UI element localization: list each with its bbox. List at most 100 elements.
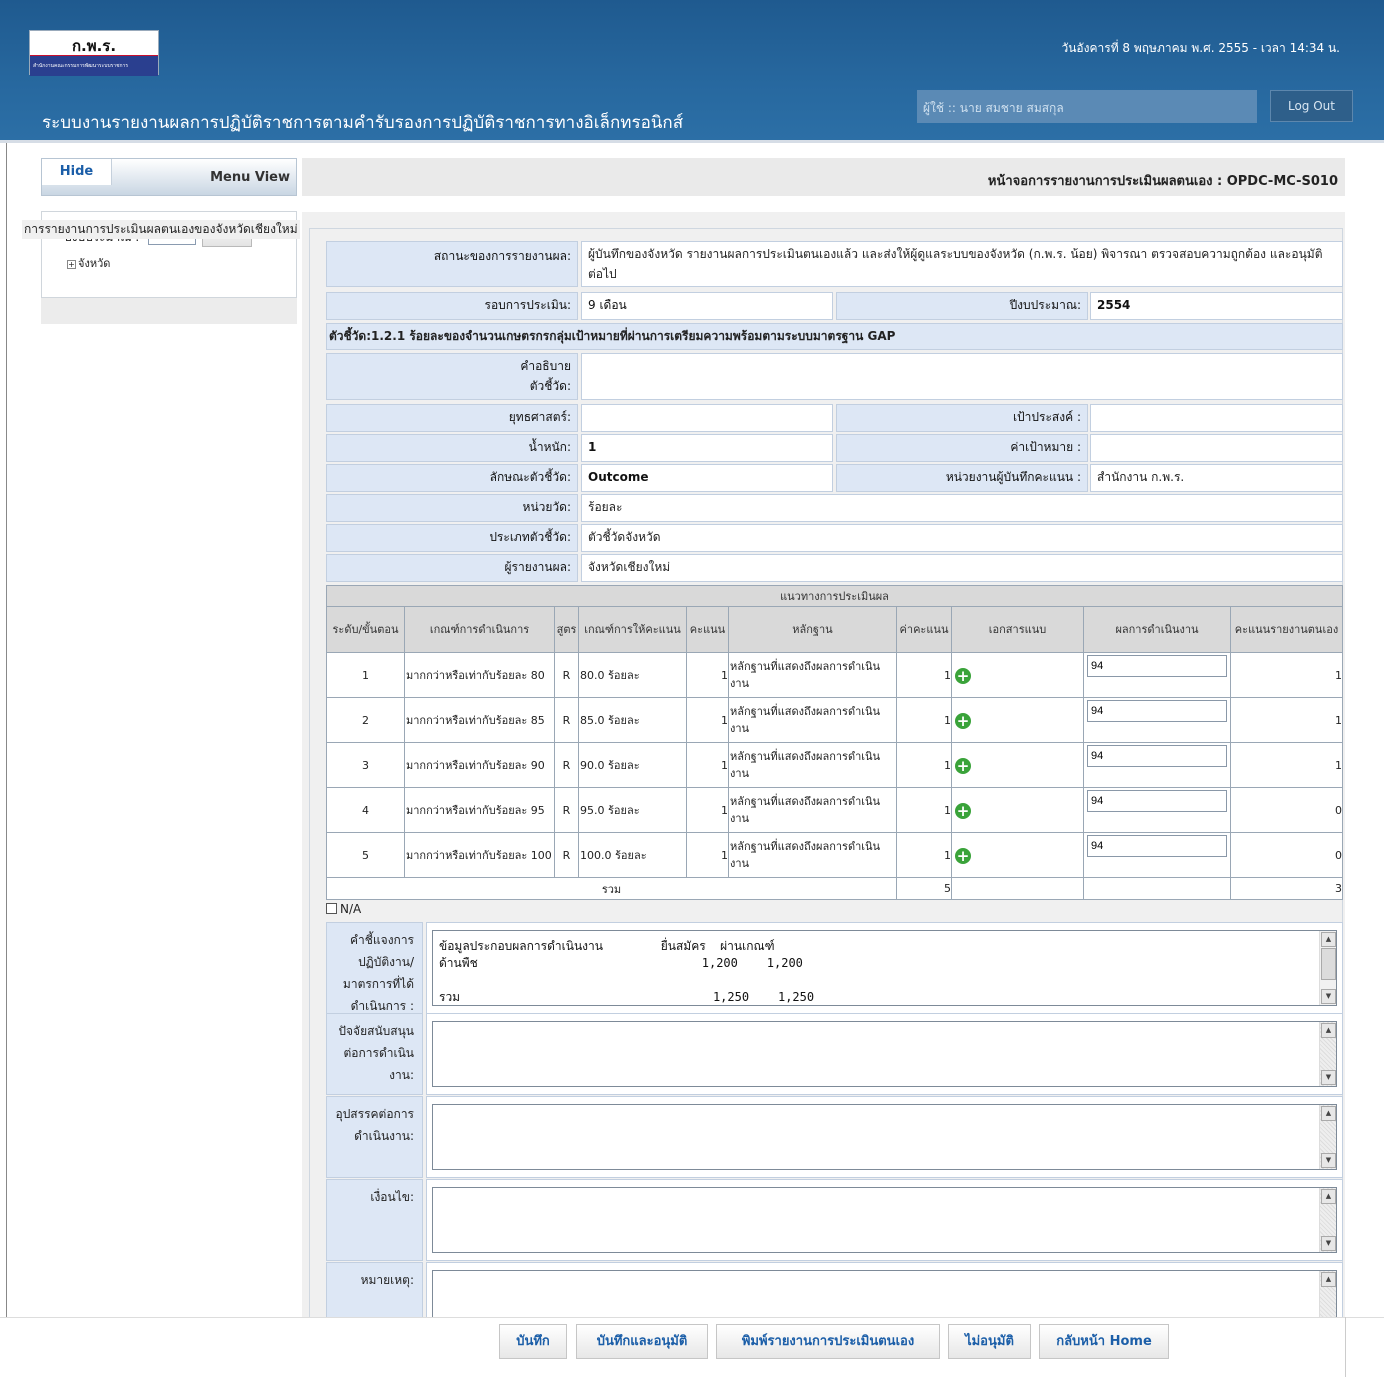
formula-cell: R [554,787,579,833]
support-panel: ▲ ▼ [426,1013,1343,1095]
evaluation-table: แนวทางการประเมินผล ระดับ/ขั้นตอน เกณฑ์กา… [326,585,1343,900]
support-textarea[interactable]: ▲ ▼ [432,1021,1337,1087]
user-info: ผู้ใช้ :: นาย สมชาย สมสกุล [917,90,1257,123]
scrollbar[interactable]: ▲ ▼ [1319,1022,1336,1086]
round-label: รอบการประเมิน: [326,292,578,320]
condition-panel: ▲ ▼ [426,1179,1343,1261]
agency-label: หน่วยงานผู้บันทึกคะแนน : [836,464,1088,492]
score-cell: 1 [686,697,729,743]
attachment-cell: + [951,652,1084,698]
score-cell: 1 [686,652,729,698]
screen-title-bar: หน้าจอการรายงานการประเมินผลตนเอง : OPDC-… [302,158,1345,196]
save-approve-button[interactable]: บันทึกและอนุมัติ [576,1324,708,1359]
criteria-cell: มากกว่าหรือเท่ากับร้อยละ 80 [404,652,555,698]
formula-cell: R [554,652,579,698]
budget-year-label: ปีงบประมาณ: [836,292,1088,320]
explain-textarea[interactable]: ข้อมูลประกอบผลการดำเนินงาน ยื่นสมัคร ผ่า… [432,930,1337,1006]
points-cell: 1 [896,832,952,878]
logo: ก.พ.ร. สำนักงานคณะกรรมการพัฒนาระบบราชการ [29,30,159,76]
formula-cell: R [554,742,579,788]
scroll-up-icon[interactable]: ▲ [1321,1272,1336,1287]
scroll-down-icon[interactable]: ▼ [1321,1070,1336,1085]
description-label: คำอธิบาย ตัวชี้วัด: [326,353,578,400]
add-attachment-icon[interactable]: + [955,667,971,684]
logout-button[interactable]: Log Out [1270,90,1353,122]
result-input[interactable] [1087,700,1227,722]
evidence-cell: หลักฐานที่แสดงถึงผลการดำเนินงาน [728,742,897,788]
round-value: 9 เดือน [581,292,833,320]
budget-year-value: 2554 [1090,292,1343,320]
criteria-cell: มากกว่าหรือเท่ากับร้อยละ 95 [404,787,555,833]
datetime-text: วันอังคารที่ 8 พฤษภาคม พ.ศ. 2555 - เวลา … [1061,41,1340,55]
add-attachment-icon[interactable]: + [955,802,971,819]
scroll-down-icon[interactable]: ▼ [1321,1153,1336,1168]
nature-value: Outcome [581,464,833,492]
save-button[interactable]: บันทึก [499,1324,567,1359]
table-row: 2 มากกว่าหรือเท่ากับร้อยละ 85 R 85.0 ร้อ… [326,697,1343,743]
menu-view-title: Menu View [210,170,290,185]
add-attachment-icon[interactable]: + [955,712,971,729]
scroll-up-icon[interactable]: ▲ [1321,1189,1336,1204]
level-cell: 3 [326,742,405,788]
weight-label: น้ำหนัก: [326,434,578,462]
tree-item-province[interactable]: + จังหวัด [67,254,110,272]
scroll-up-icon[interactable]: ▲ [1321,932,1336,947]
print-report-button[interactable]: พิมพ์รายงานการประเมินตนเอง [716,1324,940,1359]
col-header: ระดับ/ขั้นตอน [326,606,405,653]
nature-label: ลักษณะตัวชี้วัด: [326,464,578,492]
evidence-cell: หลักฐานที่แสดงถึงผลการดำเนินงาน [728,697,897,743]
indicator-title: ตัวชี้วัด:1.2.1 ร้อยละของจำนวนเกษตรกรกลุ… [326,323,1343,350]
add-attachment-icon[interactable]: + [955,757,971,774]
scroll-down-icon[interactable]: ▼ [1321,1236,1336,1251]
na-label: N/A [340,902,362,916]
status-label: สถานะของการรายงานผล: [326,241,578,287]
evidence-cell: หลักฐานที่แสดงถึงผลการดำเนินงาน [728,652,897,698]
evidence-cell: หลักฐานที่แสดงถึงผลการดำเนินงาน [728,832,897,878]
obstacle-label: อุปสรรคต่อการดำเนินงาน: [326,1096,423,1178]
result-input[interactable] [1087,835,1227,857]
weight-value: 1 [581,434,833,462]
condition-textarea[interactable]: ▲ ▼ [432,1187,1337,1253]
score-cell: 1 [686,832,729,878]
scrollbar[interactable]: ▲ ▼ [1319,1105,1336,1169]
agency-value: สำนักงาน ก.พ.ร. [1090,464,1343,492]
self-score-cell: 1 [1230,652,1343,698]
result-input[interactable] [1087,745,1227,767]
add-attachment-icon[interactable]: + [955,847,971,864]
note-textarea[interactable]: ▲ [432,1270,1337,1317]
criteria-cell: มากกว่าหรือเท่ากับร้อยละ 100 [404,832,555,878]
table-row: 1 มากกว่าหรือเท่ากับร้อยละ 80 R 80.0 ร้อ… [326,652,1343,698]
reject-button[interactable]: ไม่อนุมัติ [948,1324,1031,1359]
col-header: เกณฑ์การดำเนินการ [404,606,555,653]
scroll-down-icon[interactable]: ▼ [1321,989,1336,1004]
hide-menu-button[interactable]: Hide [42,159,112,185]
self-score-cell: 0 [1230,787,1343,833]
self-score-cell: 0 [1230,832,1343,878]
result-cell [1083,742,1231,788]
scoring-cell: 90.0 ร้อยละ [578,742,687,788]
scrollbar[interactable]: ▲ ▼ [1319,1188,1336,1252]
home-button[interactable]: กลับหน้า Home [1039,1324,1169,1359]
result-input[interactable] [1087,655,1227,677]
na-checkbox[interactable]: N/A [326,902,361,916]
points-cell: 1 [896,697,952,743]
checkbox-icon[interactable] [326,903,337,914]
formula-cell: R [554,697,579,743]
result-input[interactable] [1087,790,1227,812]
expand-icon[interactable]: + [67,260,76,269]
scroll-up-icon[interactable]: ▲ [1321,1023,1336,1038]
scroll-up-icon[interactable]: ▲ [1321,1106,1336,1121]
type-label: ประเภทตัวชี้วัด: [326,524,578,552]
attachment-cell: + [951,742,1084,788]
table-row: 3 มากกว่าหรือเท่ากับร้อยละ 90 R 90.0 ร้อ… [326,742,1343,788]
result-cell [1083,787,1231,833]
target-value [1090,434,1343,462]
explain-text: ข้อมูลประกอบผลการดำเนินงาน ยื่นสมัคร ผ่า… [439,939,815,1004]
scrollbar[interactable]: ▲ ▼ [1319,931,1336,1005]
result-cell [1083,652,1231,698]
scrollbar[interactable]: ▲ [1319,1271,1336,1317]
points-cell: 1 [896,787,952,833]
obstacle-textarea[interactable]: ▲ ▼ [432,1104,1337,1170]
page-header: ก.พ.ร. สำนักงานคณะกรรมการพัฒนาระบบราชการ… [0,0,1384,143]
col-header: ค่าคะแนน [896,606,952,653]
